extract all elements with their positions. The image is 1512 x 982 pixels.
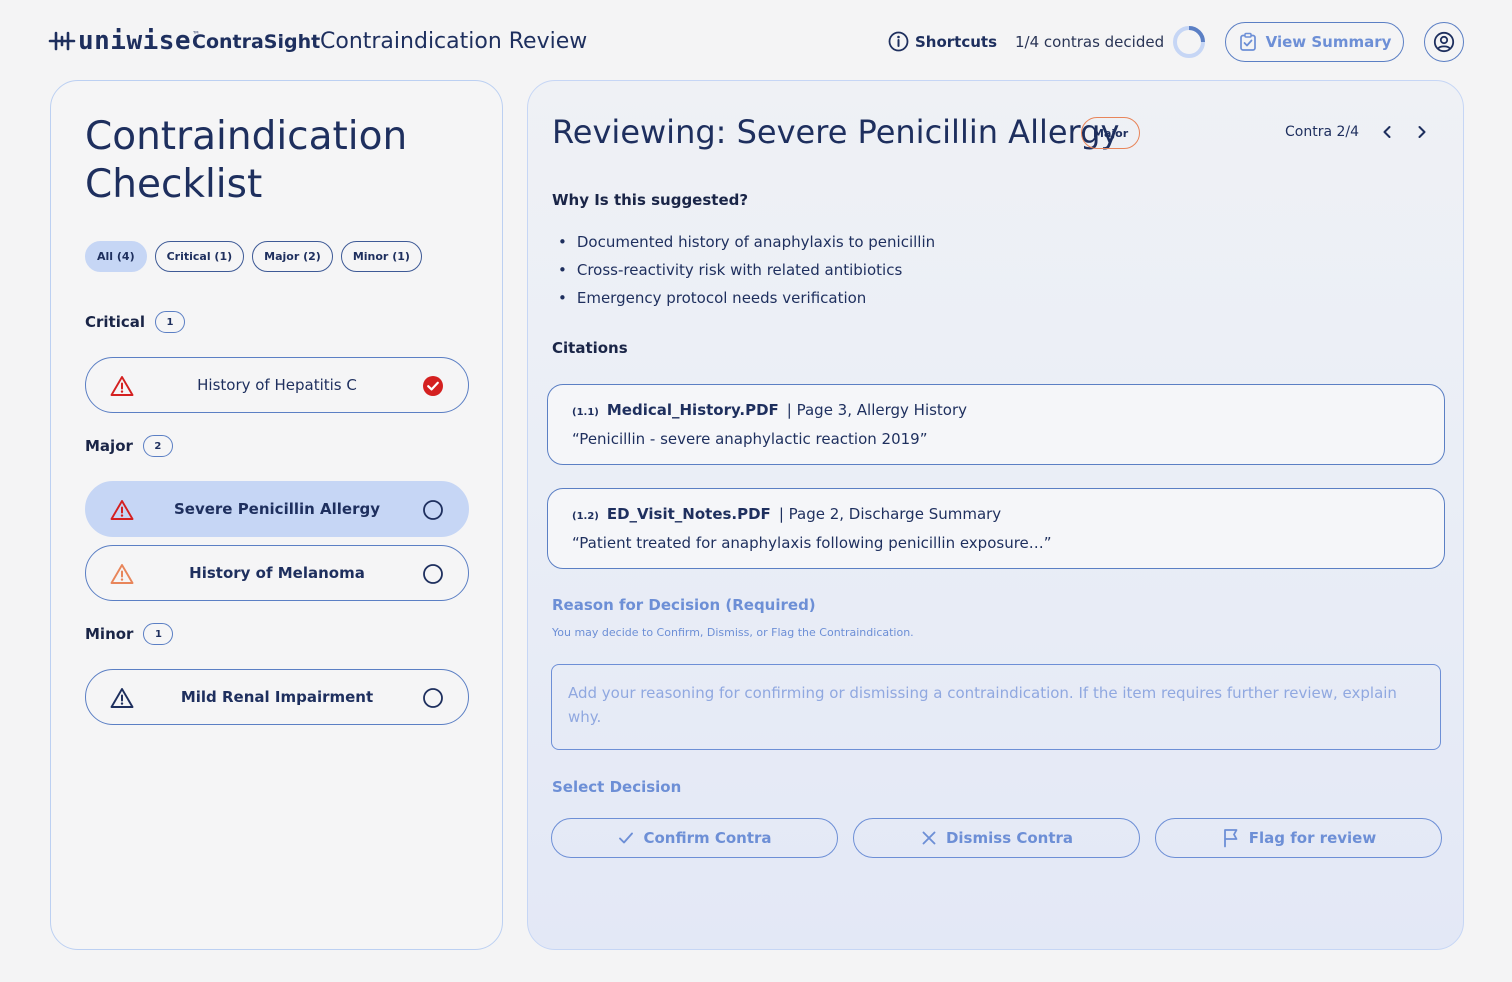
flag-for-review-button[interactable]: Flag for review bbox=[1155, 818, 1442, 858]
reason-item: Documented history of anaphylaxis to pen… bbox=[558, 228, 935, 256]
citation-location: | Page 2, Discharge Summary bbox=[778, 505, 1002, 523]
reason-list: Documented history of anaphylaxis to pen… bbox=[558, 228, 935, 312]
checklist-item-label: Severe Penicillin Allergy bbox=[173, 500, 381, 518]
logo-wordmark: uniwise bbox=[78, 26, 192, 56]
citations-heading: Citations bbox=[552, 339, 628, 357]
check-icon bbox=[619, 832, 634, 844]
filter-chip-all[interactable]: All (4) bbox=[85, 241, 147, 272]
reason-item: Cross-reactivity risk with related antib… bbox=[558, 256, 935, 284]
reason-item: Emergency protocol needs verification bbox=[558, 284, 935, 312]
clipboard-check-icon bbox=[1239, 32, 1256, 51]
app-header: uniwise ™ ContraSight Contraindication R… bbox=[0, 0, 1512, 84]
progress-ring bbox=[1173, 26, 1205, 58]
checklist-title: Contraindication Checklist bbox=[85, 114, 408, 207]
citation-quote: “Patient treated for anaphylaxis followi… bbox=[572, 534, 1052, 552]
citation-card[interactable]: (1.2) ED_Visit_Notes.PDF | Page 2, Disch… bbox=[547, 488, 1445, 569]
severity-badge: Major bbox=[1081, 117, 1141, 149]
group-name: Critical bbox=[85, 313, 146, 331]
filter-chip-minor[interactable]: Minor (1) bbox=[340, 241, 422, 272]
decision-label: Select Decision bbox=[552, 778, 682, 796]
review-panel: Reviewing: Severe Penicillin Allergy Maj… bbox=[527, 80, 1464, 950]
group-count-badge: 1 bbox=[143, 623, 174, 645]
confirm-contra-button[interactable]: Confirm Contra bbox=[551, 818, 838, 858]
empty-circle-icon bbox=[423, 688, 443, 708]
checklist-item-label: Mild Renal Impairment bbox=[180, 688, 374, 706]
checklist-item-label: History of Hepatitis C bbox=[197, 376, 357, 394]
view-summary-label: View Summary bbox=[1265, 33, 1392, 51]
empty-circle-icon bbox=[423, 564, 443, 584]
view-summary-button[interactable]: View Summary bbox=[1225, 22, 1404, 62]
checklist-item-penicillin-allergy[interactable]: Severe Penicillin Allergy bbox=[85, 481, 469, 537]
citation-source: (1.1) Medical_History.PDF | Page 3, Alle… bbox=[572, 401, 967, 419]
check-circle-icon bbox=[423, 376, 443, 396]
chevron-left-icon[interactable] bbox=[1376, 121, 1398, 143]
flag-for-review-label: Flag for review bbox=[1248, 829, 1377, 847]
citation-card[interactable]: (1.1) Medical_History.PDF | Page 3, Alle… bbox=[547, 384, 1445, 465]
checklist-item-hepatitis-c[interactable]: History of Hepatitis C bbox=[85, 357, 469, 413]
shortcuts-button[interactable]: Shortcuts bbox=[888, 31, 997, 52]
dismiss-contra-label: Dismiss Contra bbox=[945, 829, 1074, 847]
citation-quote: “Penicillin - severe anaphylactic reacti… bbox=[572, 430, 928, 448]
chevron-right-icon[interactable] bbox=[1411, 121, 1433, 143]
group-name: Major bbox=[85, 437, 133, 455]
warning-triangle-icon bbox=[110, 500, 134, 520]
group-header-critical: Critical 1 bbox=[85, 311, 186, 333]
uniwise-logo: uniwise ™ bbox=[48, 28, 200, 54]
contra-position: Contra 2/4 bbox=[1285, 124, 1360, 140]
checklist-item-label: History of Melanoma bbox=[189, 564, 365, 582]
checklist-panel: Contraindication Checklist All (4) Criti… bbox=[50, 80, 503, 950]
why-heading: Why Is this suggested? bbox=[552, 191, 749, 209]
filter-chip-critical[interactable]: Critical (1) bbox=[154, 241, 245, 272]
empty-circle-icon bbox=[423, 500, 443, 520]
warning-triangle-icon bbox=[110, 688, 134, 708]
confirm-contra-label: Confirm Contra bbox=[643, 829, 772, 847]
citation-index: (1.1) bbox=[572, 407, 599, 418]
filter-chip-major[interactable]: Major (2) bbox=[252, 241, 333, 272]
info-icon bbox=[888, 31, 909, 52]
progress-text: 1/4 contras decided bbox=[1015, 33, 1165, 51]
dismiss-contra-button[interactable]: Dismiss Contra bbox=[853, 818, 1140, 858]
profile-button[interactable] bbox=[1424, 22, 1464, 62]
citation-source: (1.2) ED_Visit_Notes.PDF | Page 2, Disch… bbox=[572, 505, 1001, 523]
checklist-item-melanoma[interactable]: History of Melanoma bbox=[85, 545, 469, 601]
filter-chips: All (4) Critical (1) Major (2) Minor (1) bbox=[85, 241, 422, 272]
review-title: Reviewing: Severe Penicillin Allergy bbox=[552, 113, 1120, 151]
citation-location: | Page 3, Allergy History bbox=[786, 401, 968, 419]
citation-index: (1.2) bbox=[572, 511, 599, 522]
flag-icon bbox=[1223, 829, 1238, 848]
warning-triangle-icon bbox=[110, 376, 134, 396]
page-title: Contraindication Review bbox=[320, 29, 588, 54]
citation-file-link[interactable]: ED_Visit_Notes.PDF bbox=[607, 505, 771, 523]
group-header-minor: Minor 1 bbox=[85, 623, 174, 645]
group-count-badge: 2 bbox=[142, 435, 173, 457]
group-count-badge: 1 bbox=[155, 311, 186, 333]
warning-triangle-icon bbox=[110, 564, 134, 584]
checklist-item-renal-impairment[interactable]: Mild Renal Impairment bbox=[85, 669, 469, 725]
reason-help-text: You may decide to Confirm, Dismiss, or F… bbox=[552, 626, 914, 639]
citation-file-link[interactable]: Medical_History.PDF bbox=[607, 401, 779, 419]
product-name: ContraSight bbox=[192, 31, 321, 53]
group-name: Minor bbox=[85, 625, 134, 643]
logo-mark-icon bbox=[48, 31, 76, 51]
reason-input[interactable] bbox=[551, 664, 1441, 750]
x-icon bbox=[922, 831, 936, 845]
group-header-major: Major 2 bbox=[85, 435, 173, 457]
shortcuts-label: Shortcuts bbox=[915, 32, 998, 51]
user-circle-icon bbox=[1433, 31, 1455, 53]
reason-label: Reason for Decision (Required) bbox=[552, 596, 816, 614]
